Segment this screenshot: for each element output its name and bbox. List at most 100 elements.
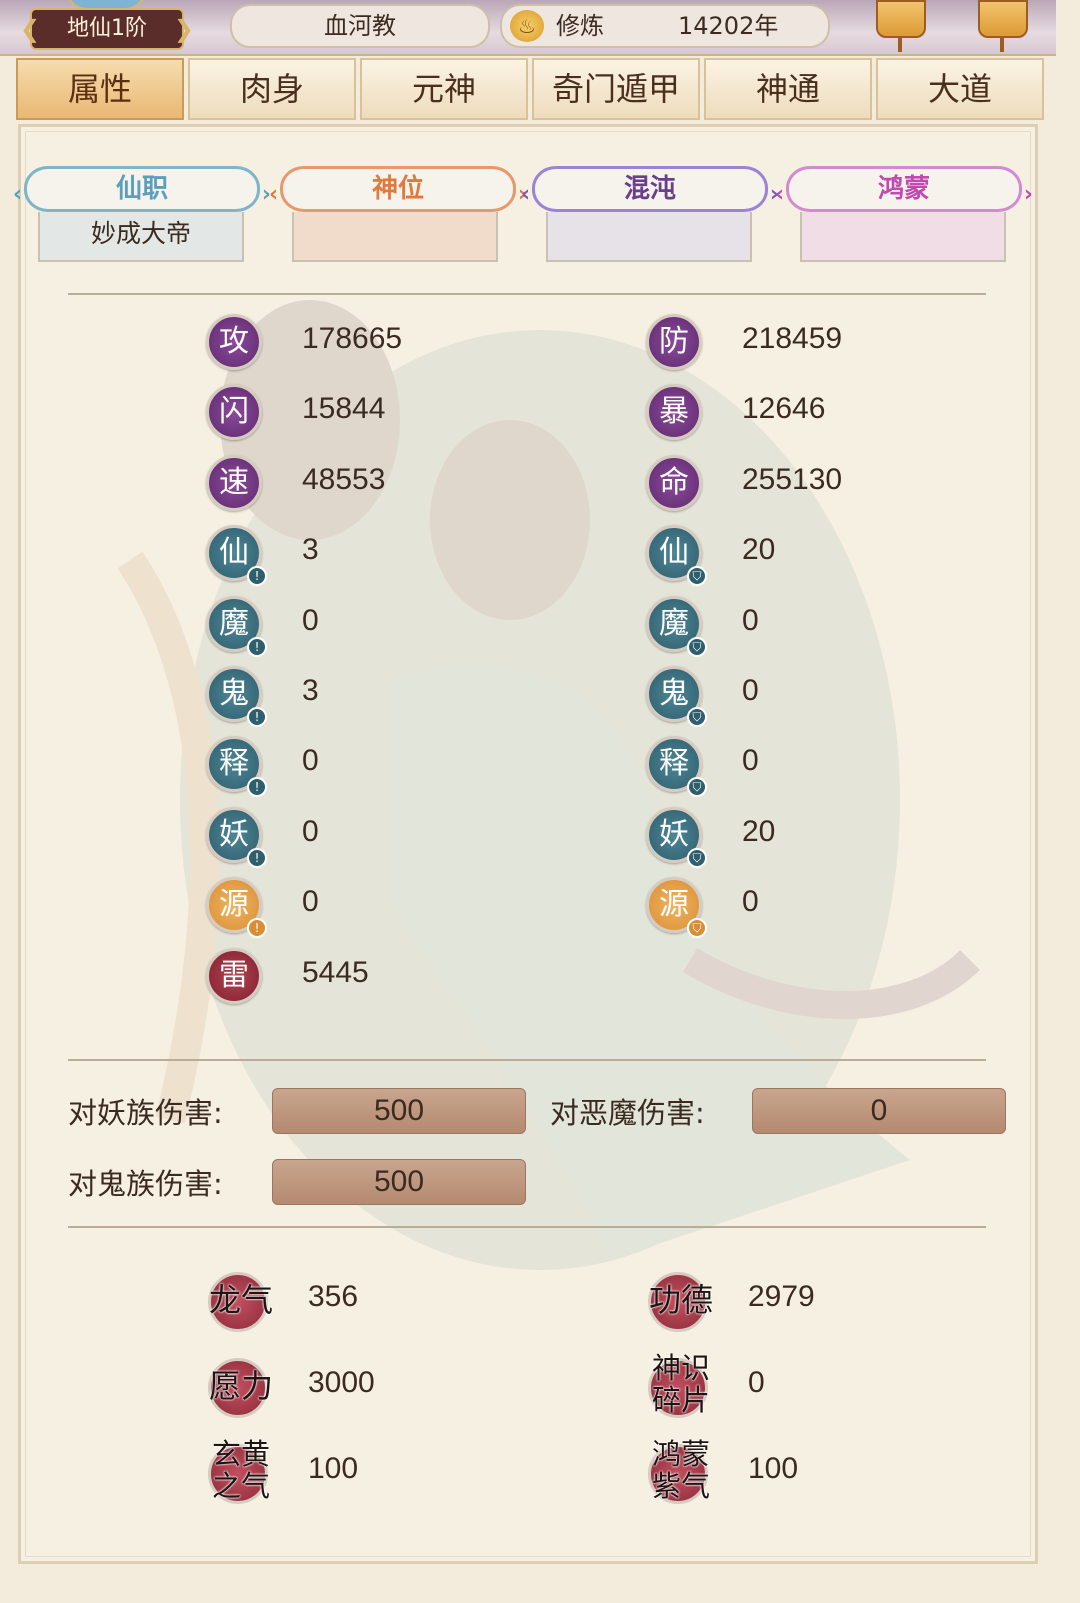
shield-mark-icon: ⛉ <box>687 847 707 868</box>
stat-badge-icon: 鬼 ⛉ <box>646 666 707 727</box>
stat-badge-char: 鬼 <box>219 676 249 711</box>
resource-value: 100 <box>748 1452 799 1485</box>
stat-badge-icon: 闪 <box>206 384 262 441</box>
stat-badge-char: 仙 <box>659 535 689 571</box>
meditation-icon: ♨ <box>510 10 544 42</box>
cultivation-value: 14202年 <box>678 12 779 40</box>
lantern-button-2[interactable] <box>978 0 1028 52</box>
resource-name: 龙气 <box>208 1282 274 1318</box>
title-plaque-xianzhi[interactable]: ‹ 仙职 › <box>13 166 271 212</box>
title-value-shenwei <box>292 212 498 262</box>
stat-badge-char: 释 <box>219 746 249 782</box>
stat-badge-char: 妖 <box>659 816 689 852</box>
stat-value: 0 <box>742 885 759 919</box>
stat-badge-icon: 仙 ⛉ <box>646 525 707 587</box>
stat-badge-char: 闪 <box>219 394 249 430</box>
tab-dao[interactable]: 大道 <box>876 58 1044 120</box>
stat-badge-char: 雷 <box>219 957 249 993</box>
resource-value: 2979 <box>748 1280 815 1313</box>
stat-value: 5445 <box>302 955 369 989</box>
stat-value: 218459 <box>742 322 843 355</box>
resource-name-line: 玄黄 <box>211 1437 270 1471</box>
stat-value: 12646 <box>742 392 826 426</box>
resource-name-line: 愿力 <box>208 1367 273 1405</box>
stat-badge-icon: 雷 <box>206 947 262 1004</box>
stat-value: 255130 <box>742 462 843 496</box>
resource-name-line: 龙气 <box>208 1281 273 1319</box>
attack-mark-icon: ! <box>247 847 267 868</box>
damage-ghost-value: 500 <box>272 1159 526 1205</box>
damage-yao-value: 500 <box>272 1088 526 1134</box>
stat-badge-char: 释 <box>659 746 689 782</box>
stat-value: 3 <box>302 674 319 707</box>
stat-value: 0 <box>742 744 759 778</box>
damage-ghost-label: 对鬼族伤害: <box>68 1167 223 1201</box>
stat-badge-char: 源 <box>219 887 249 923</box>
resource-name: 鸿蒙 紫气 <box>648 1438 714 1502</box>
stat-badge-icon: 源! <box>206 877 267 939</box>
stat-badge-char: 仙 <box>219 535 249 571</box>
stat-badge-icon: 妖 ⛉ <box>646 806 707 868</box>
resource-value: 0 <box>748 1366 765 1399</box>
tab-spirit[interactable]: 元神 <box>360 58 528 120</box>
stat-badge-icon: 攻 <box>206 314 262 370</box>
stat-badge-char: 妖 <box>219 816 249 852</box>
stat-value: 0 <box>302 603 319 637</box>
stat-value: 0 <box>742 674 759 707</box>
stat-badge-icon: 魔 ⛉ <box>646 595 707 657</box>
resource-name: 玄黄 之气 <box>208 1438 274 1502</box>
stat-badge-icon: 速 <box>206 454 262 511</box>
divider-bottom <box>68 1226 986 1228</box>
stat-value: 20 <box>742 533 776 567</box>
attack-mark-icon: ! <box>247 707 267 727</box>
stat-badge-char: 命 <box>659 464 689 500</box>
stat-badge-icon: 命 <box>646 454 702 511</box>
stat-badge-char: 源 <box>659 887 689 923</box>
stat-value: 178665 <box>302 322 403 355</box>
resource-value: 3000 <box>308 1366 375 1399</box>
resource-name: 功德 <box>648 1282 714 1318</box>
title-value-xianzhi: 妙成大帝 <box>38 212 244 262</box>
resource-name: 愿力 <box>208 1368 274 1404</box>
damage-demon-label: 对恶魔伤害: <box>550 1096 705 1130</box>
sect-name: 血河教 <box>230 4 490 48</box>
tab-body[interactable]: 肉身 <box>188 58 356 120</box>
stat-badge-icon: 释 ⛉ <box>646 736 707 798</box>
stat-value: 0 <box>302 885 319 919</box>
stat-badge-icon: 释! <box>206 736 267 798</box>
title-plaque-hundun[interactable]: ‹ 混沌 › <box>521 166 779 212</box>
resource-name-line: 神识 <box>651 1351 710 1385</box>
cultivation-label: 修炼 <box>556 12 604 40</box>
title-plaque-hongmeng[interactable]: ‹ 鸿蒙 › <box>775 166 1033 212</box>
resource-name-line: 紫气 <box>651 1469 710 1503</box>
main-tabs: 属性 肉身 元神 奇门遁甲 神通 大道 <box>16 58 1044 120</box>
title-value-hongmeng <box>800 212 1006 262</box>
stat-badge-icon: 源 ⛉ <box>646 877 707 939</box>
stat-badge-char: 防 <box>659 324 689 359</box>
lantern-button-1[interactable] <box>876 0 926 52</box>
stat-badge-icon: 暴 <box>646 384 702 441</box>
title-plaque-shenwei[interactable]: ‹ 神位 › <box>269 166 527 212</box>
stat-badge-icon: 仙! <box>206 525 267 587</box>
stat-badge-char: 速 <box>219 464 249 500</box>
shield-mark-icon: ⛉ <box>687 707 707 727</box>
resource-name-line: 鸿蒙 <box>651 1437 710 1471</box>
resource-name-line: 之气 <box>211 1469 270 1503</box>
stat-badge-char: 魔 <box>659 605 689 641</box>
resource-name: 神识 碎片 <box>648 1352 714 1416</box>
tab-qimen-dunjia[interactable]: 奇门遁甲 <box>532 58 700 120</box>
stat-value: 15844 <box>302 392 386 426</box>
stat-badge-char: 魔 <box>219 605 249 641</box>
stat-value: 3 <box>302 533 319 567</box>
tab-attributes[interactable]: 属性 <box>16 58 184 120</box>
divider-top <box>68 293 986 295</box>
stat-badge-icon: 妖! <box>206 806 267 868</box>
stat-badge-icon: 鬼! <box>206 666 267 727</box>
stat-value: 0 <box>302 744 319 778</box>
damage-demon-value: 0 <box>752 1088 1006 1134</box>
shield-mark-icon: ⛉ <box>687 636 707 657</box>
tab-powers[interactable]: 神通 <box>704 58 872 120</box>
resource-name-line: 碎片 <box>651 1383 710 1417</box>
stat-badge-icon: 防 <box>646 314 702 370</box>
stat-badge-char: 暴 <box>659 394 689 430</box>
